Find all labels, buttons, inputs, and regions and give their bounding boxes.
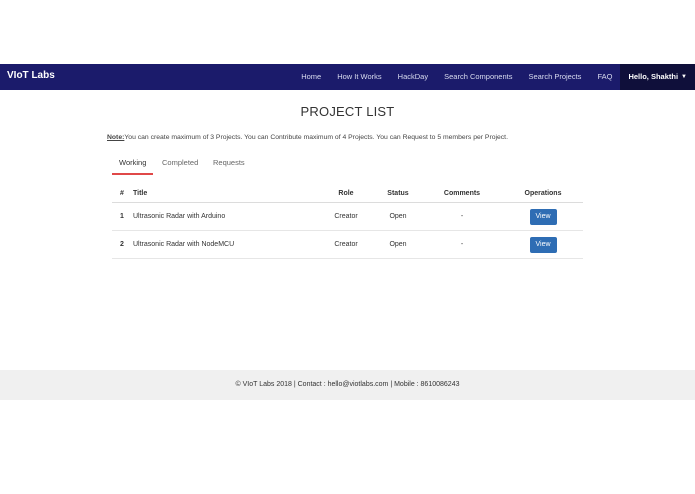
operations-cell: View <box>503 230 583 259</box>
col-header-role: Role <box>317 184 375 203</box>
tab-completed[interactable]: Completed <box>155 155 205 173</box>
user-greeting: Hello, Shakthi <box>628 72 679 81</box>
top-navbar: VIoT Labs Home How It Works HackDay Sear… <box>0 64 695 90</box>
project-limits-note: Note:You can create maximum of 3 Project… <box>107 134 508 141</box>
nav-home[interactable]: Home <box>293 64 329 90</box>
projects-table: # Title Role Status Comments Operations … <box>112 184 583 259</box>
brand-logo[interactable]: VIoT Labs <box>7 70 55 81</box>
col-header-comments: Comments <box>421 184 503 203</box>
col-header-operations: Operations <box>503 184 583 203</box>
col-header-number: # <box>112 184 132 203</box>
tab-working[interactable]: Working <box>112 155 154 175</box>
project-title: Ultrasonic Radar with Arduino <box>132 202 317 231</box>
project-status: Open <box>375 230 421 259</box>
project-title: Ultrasonic Radar with NodeMCU <box>132 230 317 259</box>
operations-cell: View <box>503 202 583 231</box>
table-row: 2 Ultrasonic Radar with NodeMCU Creator … <box>112 230 583 259</box>
row-number: 1 <box>112 202 132 231</box>
project-role: Creator <box>317 230 375 259</box>
project-comments: - <box>421 202 503 231</box>
note-label: Note: <box>107 134 125 141</box>
page-footer: © VIoT Labs 2018 | Contact : hello@viotl… <box>0 370 695 400</box>
nav-faq[interactable]: FAQ <box>589 64 620 90</box>
project-status: Open <box>375 202 421 231</box>
col-header-status: Status <box>375 184 421 203</box>
nav-search-components[interactable]: Search Components <box>436 64 520 90</box>
row-number: 2 <box>112 230 132 259</box>
nav-how-it-works[interactable]: How It Works <box>329 64 389 90</box>
user-menu[interactable]: Hello, Shakthi ▼ <box>620 64 695 90</box>
caret-down-icon: ▼ <box>681 74 687 80</box>
note-text: You can create maximum of 3 Projects. Yo… <box>124 134 508 141</box>
nav-hackday[interactable]: HackDay <box>390 64 436 90</box>
page-title: PROJECT LIST <box>300 104 395 119</box>
table-row: 1 Ultrasonic Radar with Arduino Creator … <box>112 202 583 231</box>
nav-search-projects[interactable]: Search Projects <box>520 64 589 90</box>
nav-links: Home How It Works HackDay Search Compone… <box>293 64 695 90</box>
project-comments: - <box>421 230 503 259</box>
project-tabs: Working Completed Requests <box>112 155 583 175</box>
view-button[interactable]: View <box>529 208 557 225</box>
col-header-title: Title <box>132 184 317 203</box>
view-button[interactable]: View <box>529 236 557 253</box>
project-role: Creator <box>317 202 375 231</box>
tab-requests[interactable]: Requests <box>206 155 252 173</box>
table-header-row: # Title Role Status Comments Operations <box>112 184 583 203</box>
